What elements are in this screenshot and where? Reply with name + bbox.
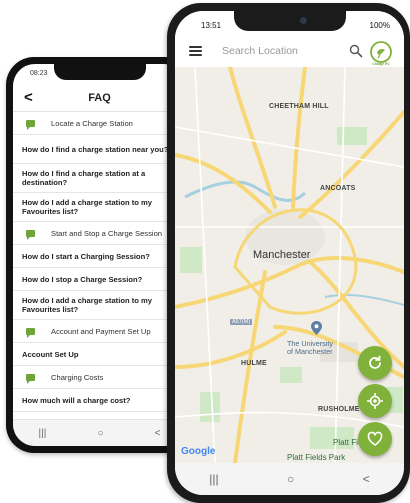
home-button[interactable]: ○: [287, 472, 294, 486]
page-title: FAQ: [88, 92, 111, 104]
search-bar: Charge EV: [175, 35, 404, 67]
faq-screen: 08:23 91 < FAQ Locate a Charge Station H…: [13, 64, 186, 446]
faq-category-charging-costs[interactable]: Charging Costs: [13, 366, 186, 389]
recent-apps-button[interactable]: |||: [209, 472, 218, 486]
map-notch: [233, 11, 346, 31]
map-screen: 13:51 100% Charge EV: [175, 11, 404, 495]
locate-icon: [367, 393, 383, 409]
brand-logo-icon: [370, 41, 392, 63]
faq-question[interactable]: How do I start a Charging Session?: [13, 245, 186, 268]
faq-nav-bar: ||| ○ <: [13, 419, 186, 446]
recent-apps-button[interactable]: |||: [39, 428, 47, 439]
brand-name: Charge EV: [372, 62, 390, 66]
faq-category-locate[interactable]: Locate a Charge Station: [13, 112, 186, 135]
map-label-cheetham-hill: CHEETHAM HILL: [269, 103, 329, 110]
faq-row-label: Charging Costs: [51, 372, 104, 382]
map-label-university: The University of Manchester: [287, 340, 333, 356]
battery-status: 100%: [369, 21, 390, 30]
map-nav-bar: ||| ○ <: [175, 463, 404, 495]
faq-question[interactable]: Account Set Up: [13, 343, 186, 366]
search-input[interactable]: [222, 43, 332, 59]
nav-back-button[interactable]: <: [363, 472, 370, 486]
refresh-icon: [369, 355, 381, 369]
faq-question[interactable]: How do I find a charge station at a dest…: [13, 164, 186, 193]
university-pin-icon[interactable]: [311, 321, 322, 335]
faq-row-label: Start and Stop a Charge Session: [51, 228, 163, 238]
map-label-city: Manchester: [253, 249, 311, 261]
faq-question[interactable]: How do I find a charge station near you?: [13, 135, 186, 164]
faq-question[interactable]: How do I add a charge station to my Favo…: [13, 291, 186, 320]
locate-button[interactable]: [358, 384, 392, 418]
faq-status-time: 08:23: [30, 70, 48, 77]
chat-icon: [26, 373, 35, 384]
map-status-bar: 13:51 100%: [175, 11, 404, 35]
map-label-rusholme: RUSHOLME: [318, 406, 360, 413]
faq-row-label: Locate a Charge Station: [51, 118, 133, 128]
map-label-university-line2: of Manchester: [287, 347, 333, 356]
faq-header: < FAQ: [13, 84, 186, 112]
faq-notch: [53, 64, 146, 80]
camera-icon: [299, 17, 307, 24]
chat-icon: [26, 229, 35, 240]
faq-category-charge-session[interactable]: Start and Stop a Charge Session: [13, 222, 186, 245]
map-phone: 13:51 100% Charge EV: [167, 3, 410, 503]
search-icon[interactable]: [349, 44, 363, 58]
faq-category-account-payment[interactable]: Account and Payment Set Up: [13, 320, 186, 343]
map-label-hulme: HULME: [241, 360, 267, 367]
faq-question[interactable]: How much will a charge cost?: [13, 389, 186, 412]
favourites-button[interactable]: [358, 422, 392, 456]
google-attribution-text: Google: [181, 446, 216, 457]
road-badge: A57(M): [230, 319, 253, 325]
chat-icon: [26, 119, 35, 130]
chat-icon: [26, 327, 35, 338]
faq-phone: 08:23 91 < FAQ Locate a Charge Station H…: [6, 57, 193, 453]
menu-icon[interactable]: [189, 46, 202, 56]
map-label-ancoats: ANCOATS: [320, 185, 356, 192]
home-button[interactable]: ○: [97, 428, 103, 439]
faq-question[interactable]: How do I add a charge station to my Favo…: [13, 193, 186, 222]
refresh-button[interactable]: [358, 346, 392, 380]
faq-status-bar: 08:23 91: [13, 64, 186, 83]
google-attribution: Google: [181, 446, 215, 457]
map-label-park-2: Platt Fields Park: [287, 453, 346, 462]
faq-question[interactable]: How do I stop a Charge Session?: [13, 268, 186, 291]
heart-icon: [367, 431, 383, 446]
faq-row-label: Account and Payment Set Up: [51, 326, 151, 336]
nav-back-button[interactable]: <: [155, 428, 161, 439]
map-status-time: 13:51: [201, 21, 222, 30]
faq-list: Locate a Charge Station How do I find a …: [13, 112, 186, 412]
